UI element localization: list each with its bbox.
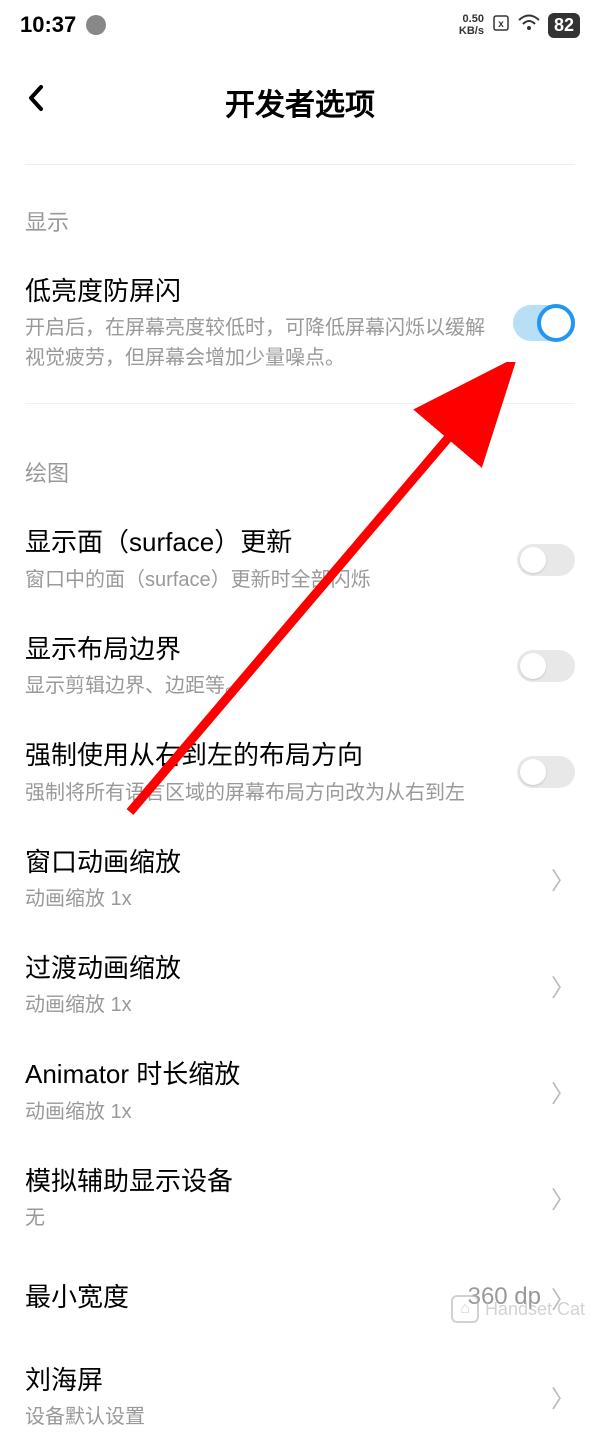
item-title: 最小宽度 bbox=[25, 1279, 453, 1315]
item-subtitle: 设备默认设置 bbox=[25, 1402, 536, 1432]
item-title: 显示布局边界 bbox=[25, 631, 502, 667]
section-drawing-title: 绘图 bbox=[25, 416, 575, 506]
watermark: ⌂ Handset Cat bbox=[451, 1295, 585, 1323]
item-title: 模拟辅助显示设备 bbox=[25, 1163, 536, 1199]
item-title: 低亮度防屏闪 bbox=[25, 273, 498, 309]
item-subtitle: 窗口中的面（surface）更新时全部闪烁 bbox=[25, 565, 502, 595]
item-surface-updates[interactable]: 显示面（surface）更新 窗口中的面（surface）更新时全部闪烁 bbox=[25, 506, 575, 612]
divider bbox=[25, 403, 575, 404]
item-animator-duration-scale[interactable]: Animator 时长缩放 动画缩放 1x 〉 bbox=[25, 1038, 575, 1144]
item-subtitle: 显示剪辑边界、边距等。 bbox=[25, 671, 502, 701]
network-speed: 0.50 KB/s bbox=[459, 13, 484, 37]
sim-icon: x bbox=[492, 12, 510, 38]
watermark-text: Handset Cat bbox=[485, 1299, 585, 1320]
item-layout-bounds[interactable]: 显示布局边界 显示剪辑边界、边距等。 bbox=[25, 613, 575, 719]
item-transition-animation-scale[interactable]: 过渡动画缩放 动画缩放 1x 〉 bbox=[25, 932, 575, 1038]
chevron-right-icon: 〉 bbox=[551, 1074, 575, 1109]
item-force-rtl[interactable]: 强制使用从右到左的布局方向 强制将所有语言区域的屏幕布局方向改为从右到左 bbox=[25, 719, 575, 825]
svg-text:x: x bbox=[498, 19, 504, 30]
toggle-low-brightness[interactable] bbox=[513, 305, 575, 341]
item-subtitle: 开启后，在屏幕亮度较低时，可降低屏幕闪烁以缓解视觉疲劳，但屏幕会增加少量噪点。 bbox=[25, 313, 498, 373]
item-simulate-secondary-display[interactable]: 模拟辅助显示设备 无 〉 bbox=[25, 1145, 575, 1251]
battery-level: 82 bbox=[548, 13, 580, 38]
watermark-icon: ⌂ bbox=[451, 1295, 479, 1323]
status-bar: 10:37 0.50 KB/s x 82 bbox=[0, 0, 600, 50]
toggle-surface-updates[interactable] bbox=[517, 544, 575, 576]
item-subtitle: 动画缩放 1x bbox=[25, 990, 536, 1020]
chevron-right-icon: 〉 bbox=[551, 968, 575, 1003]
chevron-right-icon: 〉 bbox=[551, 1379, 575, 1414]
item-low-brightness-flicker[interactable]: 低亮度防屏闪 开启后，在屏幕亮度较低时，可降低屏幕闪烁以缓解视觉疲劳，但屏幕会增… bbox=[25, 255, 575, 391]
compass-icon bbox=[86, 15, 106, 35]
chevron-right-icon: 〉 bbox=[551, 1180, 575, 1215]
status-time: 10:37 bbox=[20, 12, 76, 38]
page-header: 开发者选项 bbox=[0, 50, 600, 164]
section-display-title: 显示 bbox=[25, 165, 575, 255]
back-button[interactable] bbox=[25, 83, 47, 121]
item-title: 强制使用从右到左的布局方向 bbox=[25, 737, 502, 773]
section-display: 显示 低亮度防屏闪 开启后，在屏幕亮度较低时，可降低屏幕闪烁以缓解视觉疲劳，但屏… bbox=[0, 165, 600, 404]
item-notch-cutout[interactable]: 刘海屏 设备默认设置 〉 bbox=[25, 1334, 575, 1450]
item-subtitle: 动画缩放 1x bbox=[25, 884, 536, 914]
item-subtitle: 无 bbox=[25, 1203, 536, 1233]
toggle-force-rtl[interactable] bbox=[517, 756, 575, 788]
item-subtitle: 强制将所有语言区域的屏幕布局方向改为从右到左 bbox=[25, 778, 502, 808]
item-title: Animator 时长缩放 bbox=[25, 1056, 536, 1092]
chevron-right-icon: 〉 bbox=[551, 861, 575, 896]
item-title: 过渡动画缩放 bbox=[25, 950, 536, 986]
item-title: 窗口动画缩放 bbox=[25, 844, 536, 880]
item-title: 显示面（surface）更新 bbox=[25, 524, 502, 560]
toggle-layout-bounds[interactable] bbox=[517, 650, 575, 682]
item-subtitle: 动画缩放 1x bbox=[25, 1097, 536, 1127]
page-title: 开发者选项 bbox=[20, 80, 580, 124]
item-title: 刘海屏 bbox=[25, 1362, 536, 1398]
item-window-animation-scale[interactable]: 窗口动画缩放 动画缩放 1x 〉 bbox=[25, 826, 575, 932]
wifi-icon bbox=[518, 12, 540, 38]
